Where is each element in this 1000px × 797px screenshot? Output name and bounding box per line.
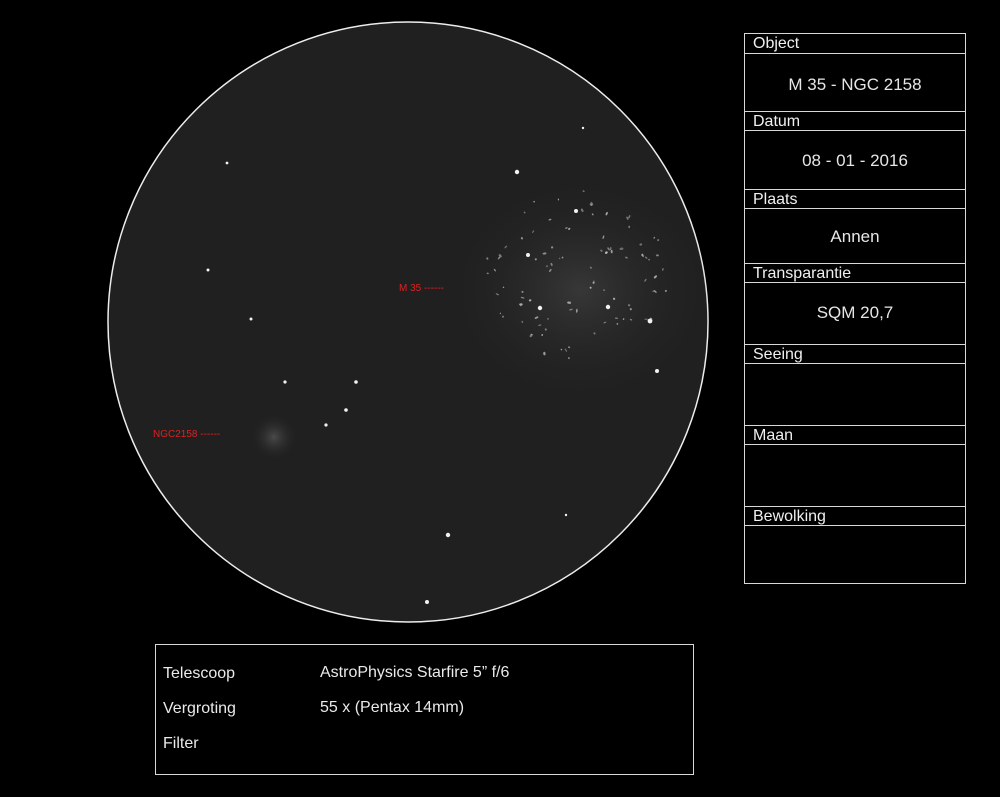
- clouds-label: Bewolking: [745, 506, 965, 526]
- star: [344, 408, 348, 412]
- date-label: Datum: [745, 111, 965, 131]
- magnification-label: Vergroting: [163, 700, 236, 717]
- magnification-value: 55 x (Pentax 14mm): [320, 699, 465, 716]
- place-label: Plaats: [745, 189, 965, 209]
- ngc2158-label: NGC2158 ------: [153, 429, 220, 440]
- object-label: Object: [745, 34, 965, 54]
- star: [526, 253, 530, 257]
- star: [206, 268, 210, 272]
- telescope-label: Telescoop: [163, 665, 236, 682]
- star: [225, 161, 229, 165]
- filter-label: Filter: [163, 735, 199, 752]
- star: [655, 369, 659, 373]
- star: [514, 169, 520, 175]
- star: [445, 532, 451, 538]
- star: [574, 209, 578, 213]
- ngc2158-glow: [250, 413, 298, 461]
- observation-info-panel: Object M 35 - NGC 2158 Datum 08 - 01 - 2…: [744, 33, 966, 584]
- star: [564, 513, 568, 517]
- transparency-value: SQM 20,7: [816, 303, 894, 322]
- date-value: 08 - 01 - 2016: [802, 151, 908, 170]
- star: [425, 600, 429, 604]
- star: [581, 126, 585, 130]
- star: [283, 380, 287, 384]
- faint-star: [557, 198, 560, 201]
- m35-glow: [440, 170, 708, 410]
- telescope-value: AstroPhysics Starfire 5” f/6: [320, 664, 510, 681]
- star: [324, 423, 328, 427]
- seeing-label: Seeing: [745, 344, 965, 364]
- equipment-panel: Telescoop AstroPhysics Starfire 5” f/6 V…: [155, 644, 694, 775]
- star: [249, 317, 253, 321]
- star: [354, 380, 358, 384]
- object-value: M 35 - NGC 2158: [788, 75, 922, 94]
- place-value: Annen: [830, 227, 880, 246]
- m35-label: M 35 ------: [399, 283, 444, 294]
- star: [537, 305, 543, 311]
- moon-label: Maan: [745, 425, 965, 445]
- faint-star: [610, 249, 613, 254]
- transparency-label: Transparantie: [745, 263, 965, 283]
- star: [605, 304, 611, 310]
